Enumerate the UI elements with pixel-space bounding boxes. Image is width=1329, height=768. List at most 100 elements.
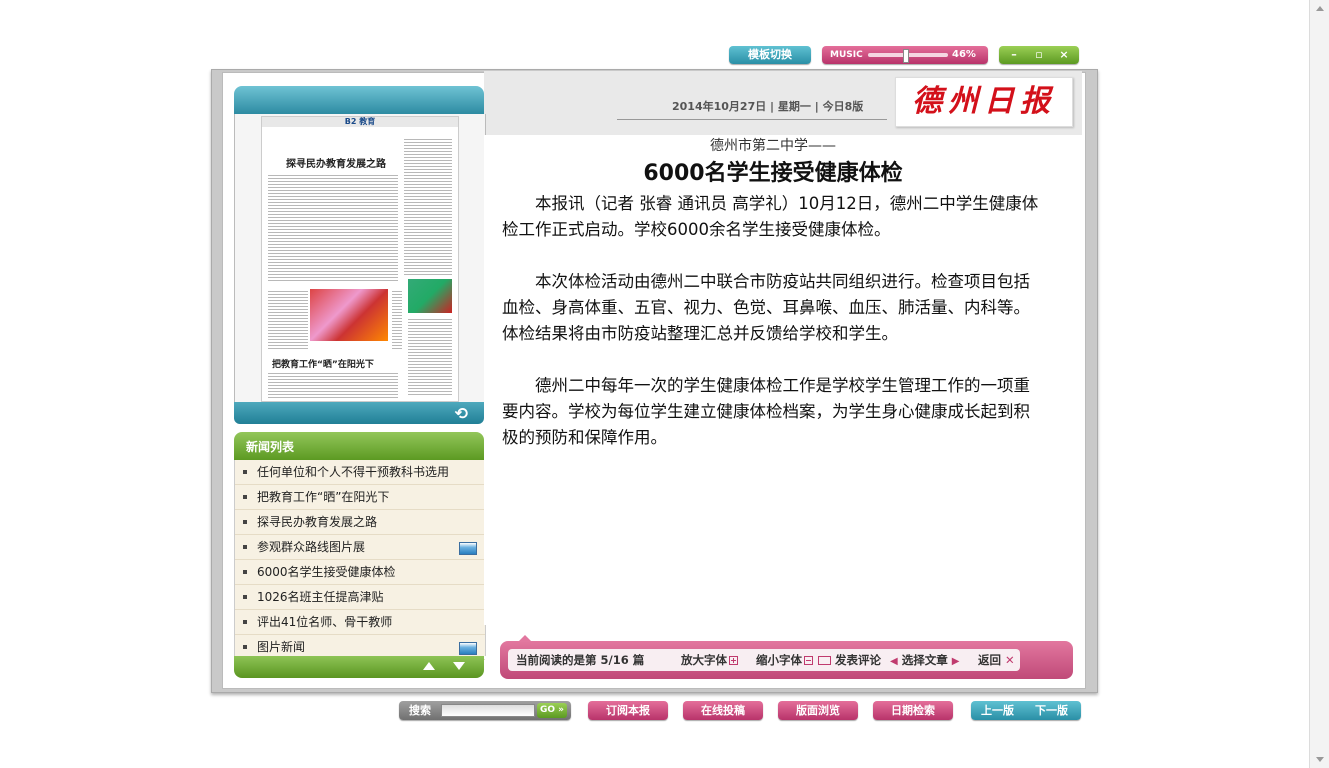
zoom-in-label: 放大字体 [681,653,727,667]
zoom-out-label: 缩小字体 [756,653,802,667]
image-icon [459,642,477,655]
news-list-item[interactable]: 6000名学生接受健康体检 [235,560,485,585]
news-list-item-label: 探寻民办教育发展之路 [257,515,378,529]
news-list-header: 新闻列表 [234,432,484,460]
news-list-item[interactable]: 1026名班主任提高津贴 [235,585,485,610]
list-scroll-down-icon[interactable] [453,662,465,670]
thumbnail-text-block [404,137,452,277]
vertical-scrollbar[interactable] [1309,0,1329,768]
article-panel: 德州市第二中学—— 6000名学生接受健康体检 本报讯（记者 张睿 通讯员 高学… [484,135,1082,625]
music-control: MUSIC 46% [822,46,988,64]
bullet-icon [243,470,247,474]
close-icon: ✕ [1005,653,1015,667]
news-list-item-label: 图片新闻 [257,640,306,654]
article-title: 6000名学生接受健康体检 [643,161,903,186]
scroll-up-icon[interactable] [1316,6,1324,11]
maximize-icon[interactable]: ▫ [1026,46,1052,64]
select-article-button[interactable]: ◀ 选择文章 ▶ [890,649,959,673]
news-list-item-label: 评出41位名师、骨干教师 [257,615,393,629]
thumbnail-photo [408,279,452,313]
plus-icon [729,656,738,665]
reading-position: 当前阅读的是第 5/16 篇 [516,653,645,667]
zoom-out-button[interactable]: 缩小字体 [756,649,813,671]
bullet-icon [243,570,247,574]
music-label: MUSIC [830,50,863,60]
chevron-right-icon: ▶ [951,656,960,667]
envelope-icon [818,656,831,665]
bullet-icon [243,620,247,624]
reading-toolbar-inner: 当前阅读的是第 5/16 篇 放大字体 缩小字体 发表评论 ◀ 选择文章 ▶ 返… [508,649,1020,671]
article-body: 本报讯（记者 张睿 通讯员 高学礼）10月12日，德州二中学生健康体检工作正式启… [502,191,1046,477]
news-list-title: 新闻列表 [246,440,295,454]
news-list-item[interactable]: 任何单位和个人不得干预教科书选用 [235,460,485,485]
article-paragraph: 德州二中每年一次的学生健康体检工作是学校学生管理工作的一项重要内容。学校为每位学… [502,376,1030,447]
news-list-item[interactable]: 参观群众路线图片展 [235,535,485,560]
search-input[interactable] [441,704,535,717]
close-icon[interactable]: × [1051,46,1077,64]
article-kicker: 德州市第二中学—— [710,138,836,154]
news-list-item-label: 把教育工作“晒”在阳光下 [257,490,390,504]
news-list-item-label: 6000名学生接受健康体检 [257,565,396,579]
article-paragraph: 本次体检活动由德州二中联合市防疫站共同组织进行。检查项目包括血检、身高体重、五官… [502,272,1030,343]
thumbnail-text-block [268,371,398,399]
page-nav: 上一版 下一版 [971,701,1081,720]
date-divider [617,119,887,120]
prev-page-button[interactable]: 上一版 [981,701,1014,720]
bullet-icon [243,645,247,649]
news-list: 任何单位和个人不得干预教科书选用 把教育工作“晒”在阳光下 探寻民办教育发展之路 参观… [234,460,486,660]
template-switch-button[interactable]: 模板切换 [729,46,811,64]
music-volume-slider[interactable] [868,49,948,63]
reading-toolbar-notch [518,635,532,642]
news-list-item[interactable]: 评出41位名师、骨干教师 [235,610,485,635]
bullet-icon [243,545,247,549]
page-thumbnail-image[interactable]: B2 教育 探寻民办教育发展之路 把教育工作“晒”在阳光下 [261,116,459,402]
online-submit-button[interactable]: 在线投稿 [683,701,763,720]
reading-toolbar: 当前阅读的是第 5/16 篇 放大字体 缩小字体 发表评论 ◀ 选择文章 ▶ 返… [500,635,1073,679]
news-list-item[interactable]: 把教育工作“晒”在阳光下 [235,485,485,510]
window-controls: – ▫ × [999,46,1079,64]
bullet-icon [243,495,247,499]
page-browse-button[interactable]: 版面浏览 [778,701,858,720]
zoom-in-button[interactable]: 放大字体 [681,649,738,671]
back-label: 返回 [978,653,1001,667]
music-volume-text: 46% [952,49,976,60]
thumbnail-text-block [268,289,308,349]
news-list-item[interactable]: 探寻民办教育发展之路 [235,510,485,535]
thumbnail-page-label: B2 教育 [262,117,458,127]
page-thumbnail[interactable]: B2 教育 探寻民办教育发展之路 把教育工作“晒”在阳光下 [234,114,486,402]
thumbnail-headline-2: 把教育工作“晒”在阳光下 [272,360,374,370]
list-scroll-up-icon[interactable] [423,662,435,670]
chevron-left-icon: ◀ [890,656,898,667]
news-list-item-label: 任何单位和个人不得干预教科书选用 [257,465,450,479]
subscribe-button[interactable]: 订阅本报 [588,701,668,720]
select-article-label: 选择文章 [901,653,948,667]
thumbnail-text-block [408,317,452,397]
date-search-button[interactable]: 日期检索 [873,701,953,720]
article-paragraph: 本报讯（记者 张睿 通讯员 高学礼）10月12日，德州二中学生健康体检工作正式启… [502,194,1039,239]
search-label: 搜索 [409,704,431,717]
bullet-icon [243,595,247,599]
search-box: 搜索 GO » [399,701,571,720]
news-list-footer [234,656,484,678]
comment-label: 发表评论 [835,653,881,667]
thumbnail-photo [310,289,388,341]
thumbnail-header [234,86,484,114]
search-go-button[interactable]: GO » [537,703,567,718]
thumbnail-text-block [392,289,402,349]
news-list-item-label: 1026名班主任提高津贴 [257,590,384,604]
refresh-icon[interactable]: ⟲ [455,404,468,423]
next-page-button[interactable]: 下一版 [1035,701,1068,720]
comment-button[interactable]: 发表评论 [818,649,881,671]
minimize-icon[interactable]: – [1001,46,1027,64]
news-list-item-label: 参观群众路线图片展 [257,540,366,554]
minus-icon [804,656,813,665]
image-icon [459,542,477,555]
music-volume-handle[interactable] [902,49,909,63]
thumbnail-headline: 探寻民办教育发展之路 [286,159,386,170]
issue-date: 2014年10月27日 | 星期一 | 今日8版 [672,100,864,113]
thumbnail-text-block [268,173,398,283]
newspaper-logo: 德州日报 [895,77,1073,127]
bullet-icon [243,520,247,524]
scroll-down-icon[interactable] [1316,757,1324,762]
back-button[interactable]: 返回 ✕ [978,649,1015,671]
